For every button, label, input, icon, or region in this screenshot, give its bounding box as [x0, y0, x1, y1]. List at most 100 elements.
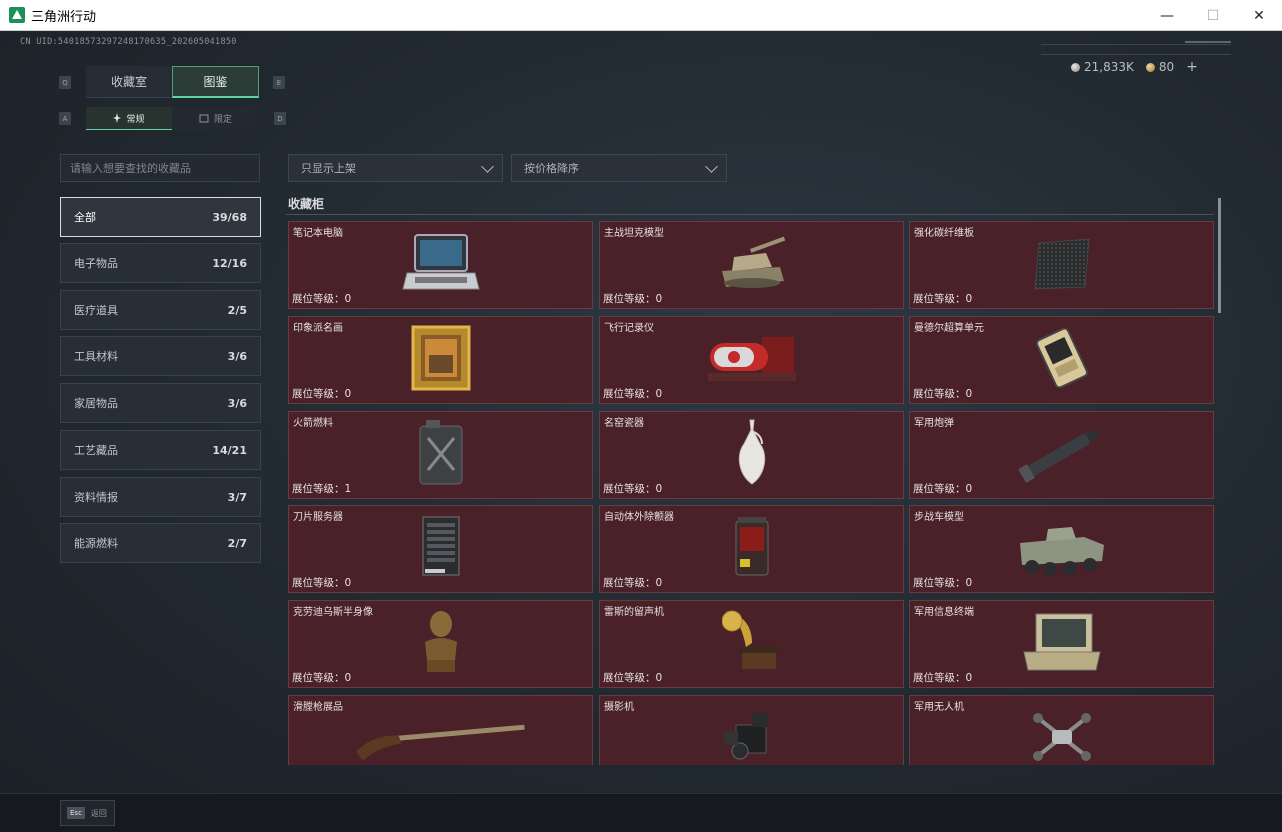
collectible-card[interactable]: 滑膛枪展品: [288, 695, 593, 765]
add-currency-button[interactable]: +: [1186, 59, 1198, 75]
esc-key-hint: Esc: [67, 807, 85, 819]
booth-level: 展位等级：0: [603, 672, 663, 684]
gem-icon: [1145, 62, 1155, 72]
collectible-card[interactable]: 军用无人机: [909, 695, 1214, 765]
key-hint-d: D: [274, 112, 286, 125]
gem-balance: 80: [1145, 60, 1174, 74]
collectible-name: 克劳迪乌斯半身像: [293, 607, 373, 618]
category-label: 资料情报: [74, 491, 118, 504]
currency-bar: 21,833K 80 +: [1041, 54, 1231, 78]
key-hint-q: Q: [59, 76, 71, 89]
defibrillator-icon: [730, 515, 774, 583]
terminal-icon: [1020, 610, 1104, 678]
collectible-name: 飞行记录仪: [604, 323, 654, 334]
category-count: 3/6: [227, 349, 247, 363]
cabinet-scrollbar[interactable]: [1218, 198, 1221, 313]
laptop-icon: [401, 233, 481, 297]
ifv-icon: [1012, 515, 1112, 583]
collectible-card[interactable]: 印象派名画 展位等级：0: [288, 316, 593, 404]
collectible-card[interactable]: 军用信息终端 展位等级：0: [909, 600, 1214, 688]
booth-level: 展位等级：0: [292, 293, 352, 305]
bust-icon: [417, 608, 465, 680]
tab-limited[interactable]: 限定: [172, 107, 259, 130]
booth-level: 展位等级：0: [603, 483, 663, 495]
search-input[interactable]: 请输入想要查找的收藏品: [60, 154, 260, 182]
collectible-card[interactable]: 自动体外除颤器 展位等级：0: [599, 505, 904, 593]
drone-icon: [1030, 710, 1094, 765]
category-item[interactable]: 工艺藏品 14/21: [60, 430, 261, 470]
header-divider: [1041, 44, 1231, 45]
booth-level: 展位等级：0: [292, 388, 352, 400]
back-label: 返回: [90, 808, 107, 818]
maximize-button[interactable]: ☐: [1190, 0, 1236, 31]
cabinet-divider: [286, 214, 1214, 215]
server-icon: [417, 515, 465, 583]
category-item[interactable]: 能源燃料 2/7: [60, 523, 261, 563]
booth-level: 展位等级：0: [913, 672, 973, 684]
chevron-down-icon: [481, 160, 494, 173]
category-count: 39/68: [212, 210, 247, 224]
category-count: 3/6: [227, 396, 247, 410]
tab-regular[interactable]: 常规: [86, 107, 172, 130]
collectible-card[interactable]: 曼德尔超算单元 展位等级：0: [909, 316, 1214, 404]
category-item[interactable]: 资料情报 3/7: [60, 477, 261, 517]
booth-level: 展位等级：0: [913, 293, 973, 305]
regular-icon: [113, 113, 122, 123]
painting-icon: [411, 325, 471, 395]
category-count: 14/21: [212, 443, 247, 457]
game-viewport: CN UID:540185732972481706​35_20260504185…: [0, 31, 1282, 832]
category-label: 医疗道具: [74, 304, 118, 317]
booth-level: 展位等级：0: [603, 293, 663, 305]
collectible-name: 摄影机: [604, 702, 634, 713]
collectible-card[interactable]: 军用炮弹 展位等级：0: [909, 411, 1214, 499]
collectible-name: 曼德尔超算单元: [914, 323, 984, 334]
category-item[interactable]: 全部 39/68: [60, 197, 261, 237]
collectible-name: 主战坦克模型: [604, 228, 664, 239]
category-item[interactable]: 家居物品 3/6: [60, 383, 261, 423]
tab-limited-label: 限定: [213, 115, 232, 125]
minimize-button[interactable]: —: [1144, 0, 1190, 31]
close-button[interactable]: ✕: [1236, 0, 1282, 31]
collectible-card[interactable]: 笔记本电脑 展位等级：0: [288, 221, 593, 309]
collectible-name: 步战车模型: [914, 512, 964, 523]
key-hint-a: A: [59, 112, 71, 125]
category-item[interactable]: 电子物品 12/16: [60, 243, 261, 283]
collectible-card[interactable]: 火箭燃料 展位等级：1: [288, 411, 593, 499]
tab-collection-room[interactable]: 收藏室: [86, 66, 172, 98]
booth-level: 展位等级：0: [913, 483, 973, 495]
booth-level: 展位等级：1: [292, 483, 352, 495]
cabinet-grid: 笔记本电脑 展位等级：0 主战坦克模型 展位等级：0 强化碳纤维板 展位等级：0 印象派名画…: [287, 220, 1217, 765]
sort-label: 按价格降序: [524, 162, 579, 175]
collectible-card[interactable]: 雷斯的留声机 展位等级：0: [599, 600, 904, 688]
window-titlebar: 三角洲行动 — ☐ ✕: [0, 0, 1282, 31]
collectible-card[interactable]: 主战坦克模型 展位等级：0: [599, 221, 904, 309]
key-hint-e: E: [273, 76, 285, 89]
collectible-card[interactable]: 名窑瓷器展位等级：0: [599, 411, 904, 499]
collectible-name: 军用信息终端: [914, 607, 974, 618]
booth-level: 展位等级：0: [292, 577, 352, 589]
collectible-card[interactable]: 克劳迪乌斯半身像 展位等级：0: [288, 600, 593, 688]
gramophone-icon: [721, 607, 782, 681]
collectible-name: 强化碳纤维板: [914, 228, 974, 239]
collectible-name: 刀片服务器: [293, 512, 343, 523]
window-title: 三角洲行动: [31, 9, 97, 25]
collectible-name: 名窑瓷器: [604, 418, 644, 429]
tab-catalog[interactable]: 图鉴: [172, 66, 259, 98]
booth-level: 展位等级：0: [913, 577, 973, 589]
collectible-name: 滑膛枪展品: [293, 702, 343, 713]
supercomputer-icon: [1035, 327, 1089, 392]
collectible-card[interactable]: 摄影机: [599, 695, 904, 765]
sort-dropdown[interactable]: 按价格降序: [511, 154, 727, 182]
porcelain-vase-icon: [732, 418, 772, 492]
category-item[interactable]: 工具材料 3/6: [60, 336, 261, 376]
category-label: 工具材料: [74, 350, 118, 363]
shelf-filter-dropdown[interactable]: 只显示上架: [288, 154, 503, 182]
collectible-card[interactable]: 强化碳纤维板 展位等级：0: [909, 221, 1214, 309]
back-button[interactable]: Esc 返回: [60, 800, 115, 826]
fuel-can-icon: [412, 418, 470, 492]
collectible-card[interactable]: 步战车模型展位等级：0: [909, 505, 1214, 593]
collectible-card[interactable]: 刀片服务器展位等级：0: [288, 505, 593, 593]
collectible-card[interactable]: 飞行记录仪 展位等级：0: [599, 316, 904, 404]
app-logo-icon: [9, 7, 25, 23]
category-item[interactable]: 医疗道具 2/5: [60, 290, 261, 330]
